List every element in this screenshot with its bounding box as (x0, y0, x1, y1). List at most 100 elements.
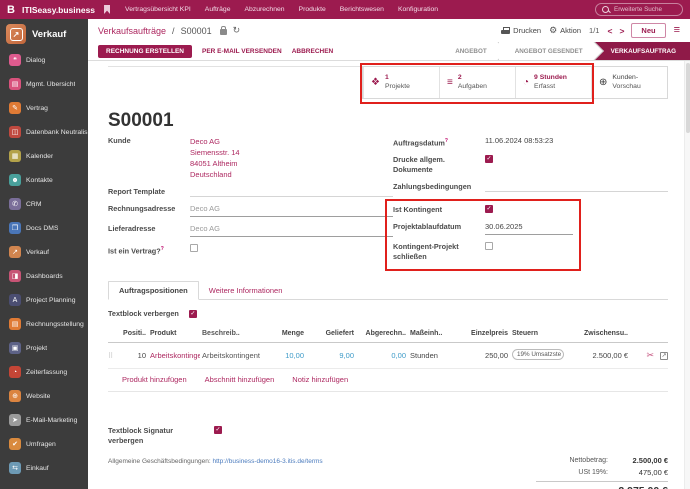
scrollbar-thumb[interactable] (686, 63, 690, 133)
search-input[interactable]: Erweiterte Suche (595, 3, 683, 16)
customer-address[interactable]: Deco AG Siemensstr. 14 84051 Altheim Deu… (190, 136, 393, 180)
sidebar-item-umfragen[interactable]: ✔Umfragen (0, 432, 88, 456)
split-line-icon[interactable]: ✂ (646, 350, 654, 361)
totals-block: Nettobetrag: 2.500,00 € USt 19%: 475,00 … (536, 454, 668, 489)
menu-berichtswesen[interactable]: Berichtswesen (334, 6, 390, 13)
ist-ein-vertrag-checkbox[interactable] (190, 244, 198, 252)
projects-smart-button[interactable]: ❖ 1Projekte (363, 67, 439, 98)
payment-terms-input[interactable] (485, 182, 668, 192)
sidebar-item-project-planning[interactable]: AProject Planning (0, 288, 88, 312)
sidebar-item-einkauf[interactable]: ⇆Einkauf (0, 456, 88, 480)
scrollbar[interactable] (684, 61, 690, 489)
sales-icon: ↗ (9, 246, 21, 258)
ist-kontingent-checkbox[interactable] (485, 205, 493, 213)
status-step-verkaufsauftrag[interactable]: VERKAUFSAUFTRAG (595, 42, 690, 60)
form-sheet: ❖ 1Projekte ≡ 2Aufgaben ◔ 9 StundenErfas… (88, 61, 690, 489)
terms-link[interactable]: http://business-demo16-3.itis.de/terms (212, 458, 322, 465)
invoicing-icon: ▤ (9, 318, 21, 330)
sidebar-item-dashboards[interactable]: ◨Dashboards (0, 264, 88, 288)
sidebar-item-vertrag[interactable]: ✎Vertrag (0, 96, 88, 120)
tab-weitere-informationen[interactable]: Weitere Informationen (199, 282, 293, 299)
bookmark-icon[interactable] (104, 5, 110, 14)
sidebar-item-docs-dms[interactable]: ❒Docs DMS (0, 216, 88, 240)
pager-next-icon[interactable]: > (619, 26, 623, 36)
action-button[interactable]: ⚙Aktion (549, 26, 581, 35)
menu-vertragsuebersicht-kpi[interactable]: Vertragsübersicht KPI (119, 6, 197, 13)
menu-auftraege[interactable]: Aufträge (199, 6, 237, 13)
pager-prev-icon[interactable]: < (607, 26, 611, 36)
field-kontingent-schliessen: Kontingent-Projekt schließen (393, 242, 573, 262)
sidebar-item-email-marketing[interactable]: ➤E-Mail-Marketing (0, 408, 88, 432)
refresh-icon[interactable]: ↻ (233, 25, 241, 36)
menu-abzurechnen[interactable]: Abzurechnen (238, 6, 290, 13)
app-window: B ITISeasy.business Vertragsübersicht KP… (0, 0, 690, 489)
statusbar: ANGEBOT ANGEBOT GESENDET VERKAUFSAUFTRAG (439, 42, 690, 60)
printer-icon (501, 27, 510, 35)
sidebar-item-website[interactable]: ⊕Website (0, 384, 88, 408)
menu-toggle-icon[interactable]: ≡ (674, 25, 680, 36)
app-logo: B (7, 4, 15, 16)
sidebar-app-verkauf[interactable]: ↗ Verkauf (0, 19, 88, 48)
field-lieferadresse: Lieferadresse Deco AG (108, 224, 393, 237)
cancel-button[interactable]: ABBRECHEN (292, 48, 334, 55)
delivery-address-input[interactable]: Deco AG (190, 224, 393, 237)
tax-badge: 19% Umsatzste (512, 349, 564, 360)
sidebar-item-verkauf[interactable]: ↗Verkauf (0, 240, 88, 264)
breadcrumb-parent[interactable]: Verkaufsaufträge (98, 26, 166, 36)
field-textblock-signatur: Textblock Signatur verbergen (108, 426, 668, 446)
project-expiry-input[interactable]: 30.06.2025 (485, 222, 573, 235)
print-button[interactable]: Drucken (501, 26, 541, 35)
annotation-box-kontingent: Ist Kontingent Projektablaufdatum 30.06.… (385, 199, 581, 271)
sidebar-item-kalender[interactable]: ▦Kalender (0, 144, 88, 168)
drucke-dokumente-checkbox[interactable] (485, 155, 493, 163)
total-untaxed: Nettobetrag: 2.500,00 € (536, 454, 668, 466)
sidebar-item-datenbank-neutralisierung[interactable]: ◫Datenbank Neutralisie.. (0, 120, 88, 144)
docs-icon: ❒ (9, 222, 21, 234)
product-link[interactable]: Arbeitskontingent (150, 351, 200, 360)
textblock-verbergen-checkbox[interactable] (189, 310, 197, 318)
table-row[interactable]: ⠿ 10 Arbeitskontingent Arbeitskontingent… (108, 343, 668, 369)
invoice-address-input[interactable]: Deco AG (190, 204, 393, 217)
lock-icon[interactable] (220, 29, 227, 35)
add-product-link[interactable]: Produkt hinzufügen (122, 375, 187, 384)
add-section-link[interactable]: Abschnitt hinzufügen (205, 375, 275, 384)
external-link-icon[interactable]: ↗ (660, 352, 668, 360)
hours-smart-button[interactable]: ◔ 9 StundenErfasst (515, 67, 591, 98)
help-icon: ? (161, 246, 164, 252)
menu-produkte[interactable]: Produkte (293, 6, 332, 13)
table-footer-links: Produkt hinzufügen Abschnitt hinzufügen … (108, 369, 668, 392)
terms-text: Allgemeine Geschäftsbedingungen: http://… (108, 454, 536, 489)
status-step-angebot[interactable]: ANGEBOT (439, 42, 499, 60)
chat-icon: ❝ (9, 54, 21, 66)
contacts-icon: ☻ (9, 174, 21, 186)
top-navbar: B ITISeasy.business Vertragsübersicht KP… (0, 0, 690, 19)
field-zahlungsbedingungen: Zahlungsbedingungen (393, 182, 668, 192)
search-placeholder: Erweiterte Suche (614, 6, 662, 13)
sidebar-item-zeiterfassung[interactable]: ◔Zeiterfassung (0, 360, 88, 384)
sidebar-item-kontakte[interactable]: ☻Kontakte (0, 168, 88, 192)
tasks-smart-button[interactable]: ≡ 2Aufgaben (439, 67, 515, 98)
table-header: Positi.. Produkt Beschreib.. Menge Gelie… (108, 325, 668, 343)
create-invoice-button[interactable]: RECHNUNG ERSTELLEN (98, 45, 192, 58)
sidebar-item-dialog[interactable]: ❝Dialog (0, 48, 88, 72)
send-email-button[interactable]: PER E-MAIL VERSENDEN (202, 48, 282, 55)
new-button[interactable]: Neu (631, 23, 665, 38)
tab-auftragspositionen[interactable]: Auftragspositionen (108, 281, 199, 300)
sidebar-item-rechnungsstellung[interactable]: ▤Rechnungsstellung (0, 312, 88, 336)
field-report-template: Report Template (108, 187, 393, 197)
status-step-angebot-gesendet[interactable]: ANGEBOT GESENDET (499, 42, 595, 60)
report-template-input[interactable] (190, 187, 393, 197)
menu-konfiguration[interactable]: Konfiguration (392, 6, 444, 13)
signatur-verbergen-checkbox[interactable] (214, 426, 222, 434)
field-rechnungsadresse: Rechnungsadresse Deco AG (108, 204, 393, 217)
kontingent-schliessen-checkbox[interactable] (485, 242, 493, 250)
contract-icon: ✎ (9, 102, 21, 114)
globe-icon: ⊕ (599, 77, 607, 88)
sidebar-item-crm[interactable]: ✆CRM (0, 192, 88, 216)
add-note-link[interactable]: Notiz hinzufügen (292, 375, 348, 384)
sidebar-item-mgmt-uebersicht[interactable]: ▤Mgmt. Übersicht (0, 72, 88, 96)
drag-handle-icon[interactable]: ⠿ (108, 352, 122, 360)
sidebar-item-projekt[interactable]: ▣Projekt (0, 336, 88, 360)
survey-icon: ✔ (9, 438, 21, 450)
customer-preview-smart-button[interactable]: ⊕ Kunden-Vorschau (591, 67, 667, 98)
